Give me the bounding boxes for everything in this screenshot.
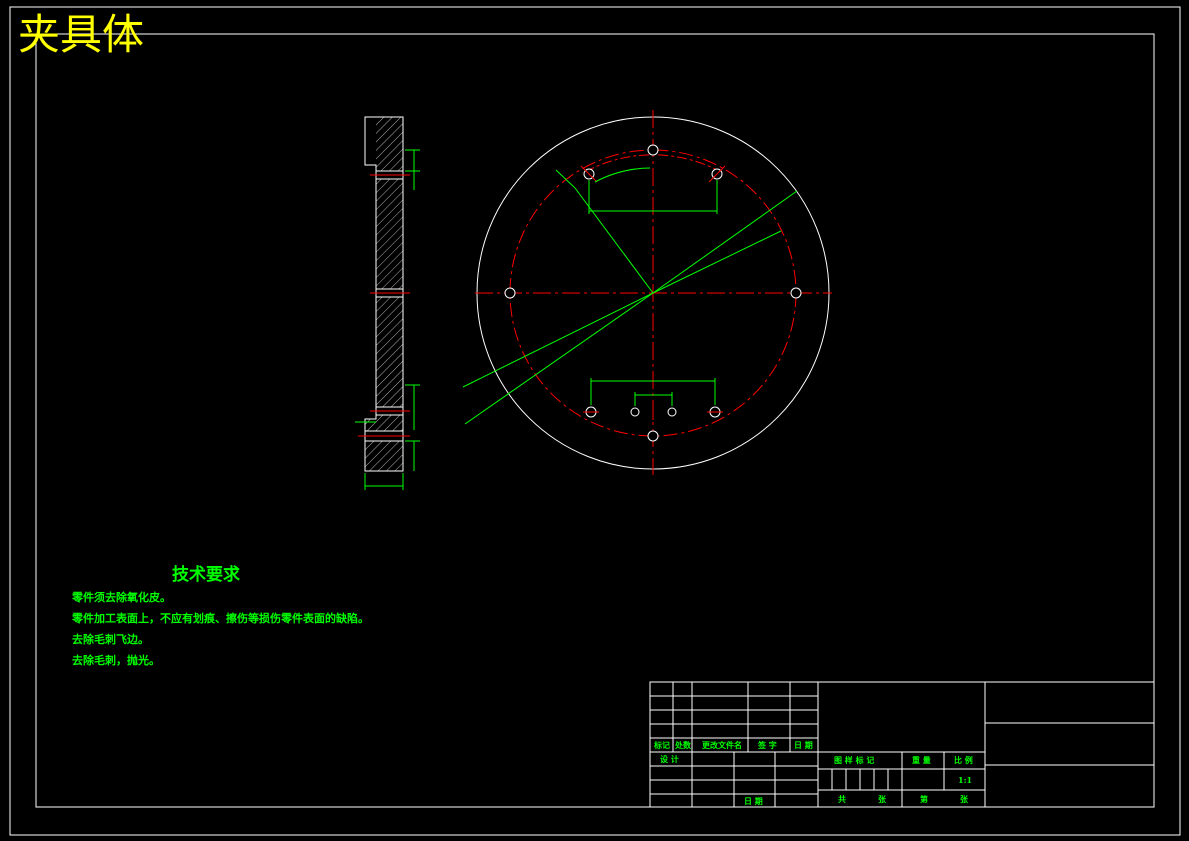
tech-requirement-item: 零件须去除氧化皮。 bbox=[72, 591, 171, 604]
tech-requirement-item: 去除毛刺，抛光。 bbox=[72, 654, 160, 667]
tech-requirements-list: 零件须去除氧化皮。 零件加工表面上，不应有划痕、擦伤等损伤零件表面的缺陷。 去除… bbox=[72, 591, 369, 675]
side-section-view bbox=[355, 116, 420, 490]
tb-sheet: 张 bbox=[878, 794, 886, 804]
tb-page: 第 bbox=[920, 794, 928, 804]
tb-drawing-mark: 图 样 标 记 bbox=[834, 755, 875, 765]
outer-border bbox=[9, 6, 1181, 836]
tb-date2: 日 期 bbox=[744, 796, 763, 806]
tb-count: 处数 bbox=[675, 740, 691, 750]
tb-change-doc: 更改文件名 bbox=[702, 740, 742, 750]
tb-scale-label: 比 例 bbox=[954, 755, 973, 765]
tb-mark: 标记 bbox=[654, 740, 670, 750]
inner-border bbox=[35, 33, 1155, 808]
tech-requirements-title: 技术要求 bbox=[172, 565, 240, 585]
tb-weight: 重 量 bbox=[912, 755, 931, 765]
tb-design: 设 计 bbox=[660, 754, 679, 764]
tech-requirement-item: 去除毛刺飞边。 bbox=[72, 633, 149, 646]
drawing-canvas bbox=[9, 6, 1181, 836]
tb-scale-value: 1:1 bbox=[958, 775, 973, 785]
tb-sheet2: 张 bbox=[960, 794, 968, 804]
tb-date: 日 期 bbox=[794, 740, 813, 750]
front-view bbox=[462, 110, 832, 475]
tb-total: 共 bbox=[838, 794, 846, 804]
tech-requirement-item: 零件加工表面上，不应有划痕、擦伤等损伤零件表面的缺陷。 bbox=[72, 612, 369, 625]
drawing-title: 夹具体 bbox=[18, 10, 145, 59]
tb-signature: 签 字 bbox=[758, 740, 777, 750]
